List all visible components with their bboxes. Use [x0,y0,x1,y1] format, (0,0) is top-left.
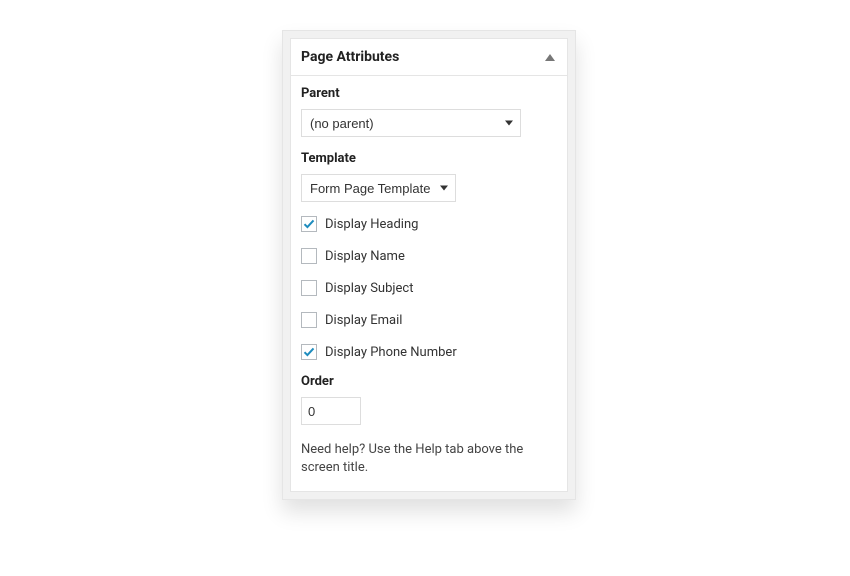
order-input[interactable] [301,397,361,425]
panel-title: Page Attributes [301,49,399,65]
help-text: Need help? Use the Help tab above the sc… [301,441,557,477]
template-field: Template Form Page Template [301,151,557,202]
page-attributes-panel: Page Attributes Parent (no parent) Templ… [282,30,576,500]
panel-body: Parent (no parent) Template Form Page Te… [290,75,568,492]
order-label: Order [301,374,557,389]
check-icon [303,218,315,230]
checkbox-display-phone: Display Phone Number [301,344,557,360]
checkbox-label[interactable]: Display Heading [325,217,418,232]
template-select[interactable]: Form Page Template [301,174,456,202]
checkbox-label[interactable]: Display Phone Number [325,345,457,360]
checkbox-input[interactable] [301,344,317,360]
parent-select-wrap: (no parent) [301,109,521,137]
order-field: Order [301,374,557,425]
collapse-toggle-icon[interactable] [545,54,555,61]
checkbox-input[interactable] [301,280,317,296]
parent-select[interactable]: (no parent) [301,109,521,137]
checkbox-label[interactable]: Display Subject [325,281,413,296]
checkbox-label[interactable]: Display Name [325,249,405,264]
checkbox-display-subject: Display Subject [301,280,557,296]
check-icon [303,346,315,358]
checkbox-label[interactable]: Display Email [325,313,402,328]
checkbox-input[interactable] [301,248,317,264]
template-select-wrap: Form Page Template [301,174,456,202]
checkbox-input[interactable] [301,216,317,232]
checkbox-display-heading: Display Heading [301,216,557,232]
display-options-list: Display Heading Display Name Display Sub… [301,216,557,360]
panel-header[interactable]: Page Attributes [290,38,568,75]
parent-label: Parent [301,86,557,101]
checkbox-input[interactable] [301,312,317,328]
checkbox-display-name: Display Name [301,248,557,264]
checkbox-display-email: Display Email [301,312,557,328]
parent-field: Parent (no parent) [301,86,557,137]
template-label: Template [301,151,557,166]
